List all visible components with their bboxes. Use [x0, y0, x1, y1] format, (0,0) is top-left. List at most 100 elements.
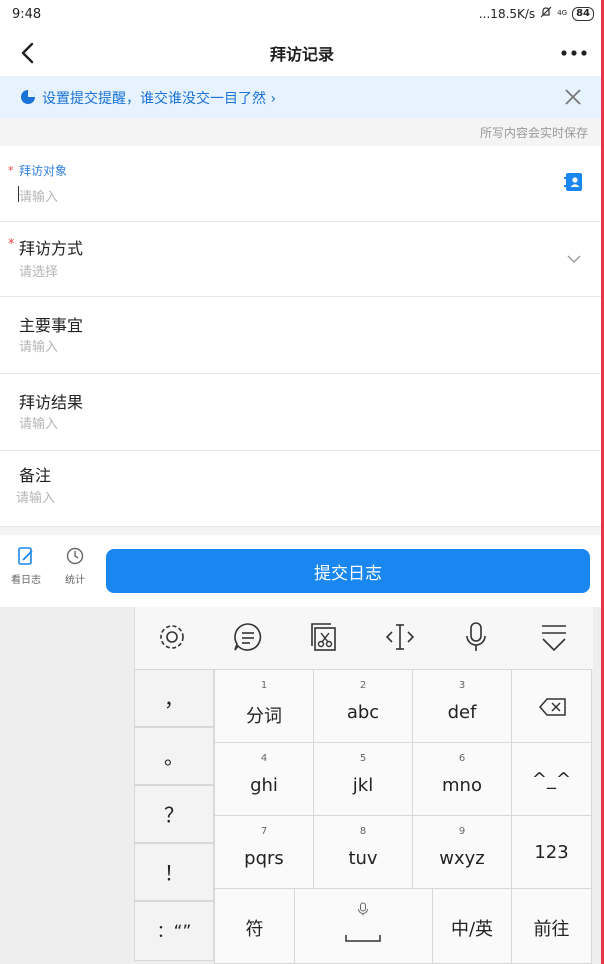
mute-icon — [540, 6, 552, 21]
emoticon-key[interactable]: ^_^ — [511, 742, 592, 816]
signal-indicator: 4G — [557, 9, 568, 17]
pie-chart-icon — [20, 89, 36, 105]
go-key-label: 前往 — [533, 919, 570, 940]
key-number: 8 — [359, 826, 367, 837]
symbol-key-label: 符 — [245, 919, 264, 940]
key-3[interactable]: 3 def — [412, 669, 512, 743]
visit-method-label: 拜访方式 — [19, 239, 84, 258]
chevron-down-icon[interactable] — [566, 251, 582, 267]
banner-text[interactable]: 设置提交提醒，谁交谁没交一目了然 › — [42, 88, 276, 108]
key-label: wxyz — [439, 848, 485, 869]
space-key[interactable] — [294, 888, 433, 964]
key-label: pqrs — [244, 848, 284, 869]
status-bar: 9:48 ...18.5K/s 4G 84 — [0, 0, 604, 32]
autosave-row: 所写内容会实时保存 — [0, 118, 604, 146]
key-label: def — [447, 702, 477, 723]
key-label: jkl — [352, 775, 374, 796]
key-number: 3 — [458, 680, 466, 691]
language-toggle-key[interactable]: 中/英 — [432, 888, 512, 964]
punct-key[interactable]: ？ — [134, 785, 214, 843]
reminder-banner[interactable]: 设置提交提醒，谁交谁没交一目了然 › — [0, 76, 604, 118]
key-label: tuv — [348, 848, 378, 869]
punct-key[interactable]: ：“” — [134, 901, 214, 961]
mic-small-icon — [357, 901, 369, 920]
close-icon[interactable] — [564, 88, 582, 106]
visit-method-field[interactable]: * 拜访方式 请选择 — [0, 222, 604, 297]
visit-target-input[interactable]: 请输入 — [19, 186, 58, 205]
remarks-label: 备注 — [19, 466, 52, 485]
main-matters-input[interactable]: 请输入 — [19, 336, 58, 355]
hide-keyboard-icon[interactable] — [537, 620, 571, 654]
tab-view-log-label: 看日志 — [11, 575, 41, 586]
main-matters-field[interactable]: 主要事宜 请输入 — [0, 297, 604, 374]
punct-key[interactable]: ， — [134, 669, 214, 727]
contact-book-icon[interactable] — [564, 172, 584, 192]
required-mark: * — [8, 237, 15, 252]
key-label: mno — [442, 775, 482, 796]
number-mode-label: 123 — [534, 842, 569, 863]
mic-icon[interactable] — [459, 620, 493, 654]
language-toggle-label: 中/英 — [450, 919, 494, 940]
visit-method-select[interactable]: 请选择 — [19, 261, 58, 280]
key-9[interactable]: 9 wxyz — [412, 815, 512, 889]
key-label: abc — [346, 702, 380, 723]
symbol-key[interactable]: 符 — [214, 888, 295, 964]
tab-view-log[interactable]: 看日志 — [6, 547, 46, 586]
chat-icon[interactable] — [231, 620, 265, 654]
clipboard-icon[interactable] — [307, 620, 341, 654]
page-title: 拜访记录 — [269, 45, 334, 64]
visit-result-input[interactable]: 请输入 — [19, 413, 58, 432]
remarks-field[interactable]: 备注 请输入 — [0, 451, 604, 527]
tab-statistics-label: 统计 — [65, 575, 85, 586]
battery-icon: 84 — [572, 6, 594, 21]
visit-target-label: 拜访对象 — [19, 164, 68, 178]
key-7[interactable]: 7 pqrs — [214, 815, 314, 889]
visit-result-label: 拜访结果 — [19, 393, 84, 412]
key-4[interactable]: 4 ghi — [214, 742, 314, 816]
number-mode-key[interactable]: 123 — [511, 815, 592, 889]
main-matters-label: 主要事宜 — [19, 316, 84, 335]
status-indicators: ...18.5K/s 4G 84 — [479, 6, 594, 21]
key-1[interactable]: 1 分词 — [214, 669, 314, 743]
key-number: 7 — [260, 826, 268, 837]
keyboard-toolbar — [134, 607, 593, 669]
punct-key[interactable]: 。 — [134, 727, 214, 785]
visit-result-field[interactable]: 拜访结果 请输入 — [0, 374, 604, 451]
autosave-text: 所写内容会实时保存 — [479, 126, 588, 140]
more-dots-icon[interactable] — [560, 41, 588, 65]
key-number: 5 — [359, 753, 367, 764]
backspace-key[interactable] — [511, 669, 592, 743]
key-2[interactable]: 2 abc — [313, 669, 413, 743]
emoticon-label: ^_^ — [531, 769, 572, 790]
key-number: 1 — [260, 680, 268, 691]
key-number: 4 — [260, 753, 268, 764]
space-bar-icon — [345, 927, 381, 946]
tab-statistics[interactable]: 统计 — [55, 547, 95, 586]
key-5[interactable]: 5 jkl — [313, 742, 413, 816]
punct-key[interactable]: ！ — [134, 843, 214, 901]
key-label: ghi — [250, 775, 278, 796]
network-speed: ...18.5K/s — [478, 6, 536, 21]
log-icon — [17, 547, 35, 569]
key-8[interactable]: 8 tuv — [313, 815, 413, 889]
bottom-action-bar: 看日志 统计 提交日志 — [0, 535, 604, 607]
section-gap — [0, 527, 604, 535]
backspace-icon — [539, 697, 567, 721]
gear-icon[interactable] — [155, 620, 189, 654]
submit-log-button[interactable]: 提交日志 — [106, 549, 590, 593]
go-key[interactable]: 前往 — [511, 888, 592, 964]
keyboard-left-area — [0, 607, 134, 964]
visit-target-field[interactable]: * 拜访对象 请输入 — [0, 146, 604, 222]
nav-bar: 拜访记录 — [0, 32, 604, 74]
status-time: 9:48 — [12, 7, 42, 22]
key-label: 分词 — [246, 706, 282, 727]
keyboard: ， 。 ？ ！ ：“” 1 分词 2 abc 3 def 4 ghi 5 jkl… — [0, 607, 604, 964]
clock-icon — [66, 547, 84, 569]
key-number: 2 — [359, 680, 367, 691]
key-number: 9 — [458, 826, 466, 837]
remarks-input[interactable]: 请输入 — [16, 487, 55, 506]
required-mark: * — [8, 164, 14, 177]
cursor-move-icon[interactable] — [383, 620, 417, 654]
key-number: 6 — [458, 753, 466, 764]
key-6[interactable]: 6 mno — [412, 742, 512, 816]
